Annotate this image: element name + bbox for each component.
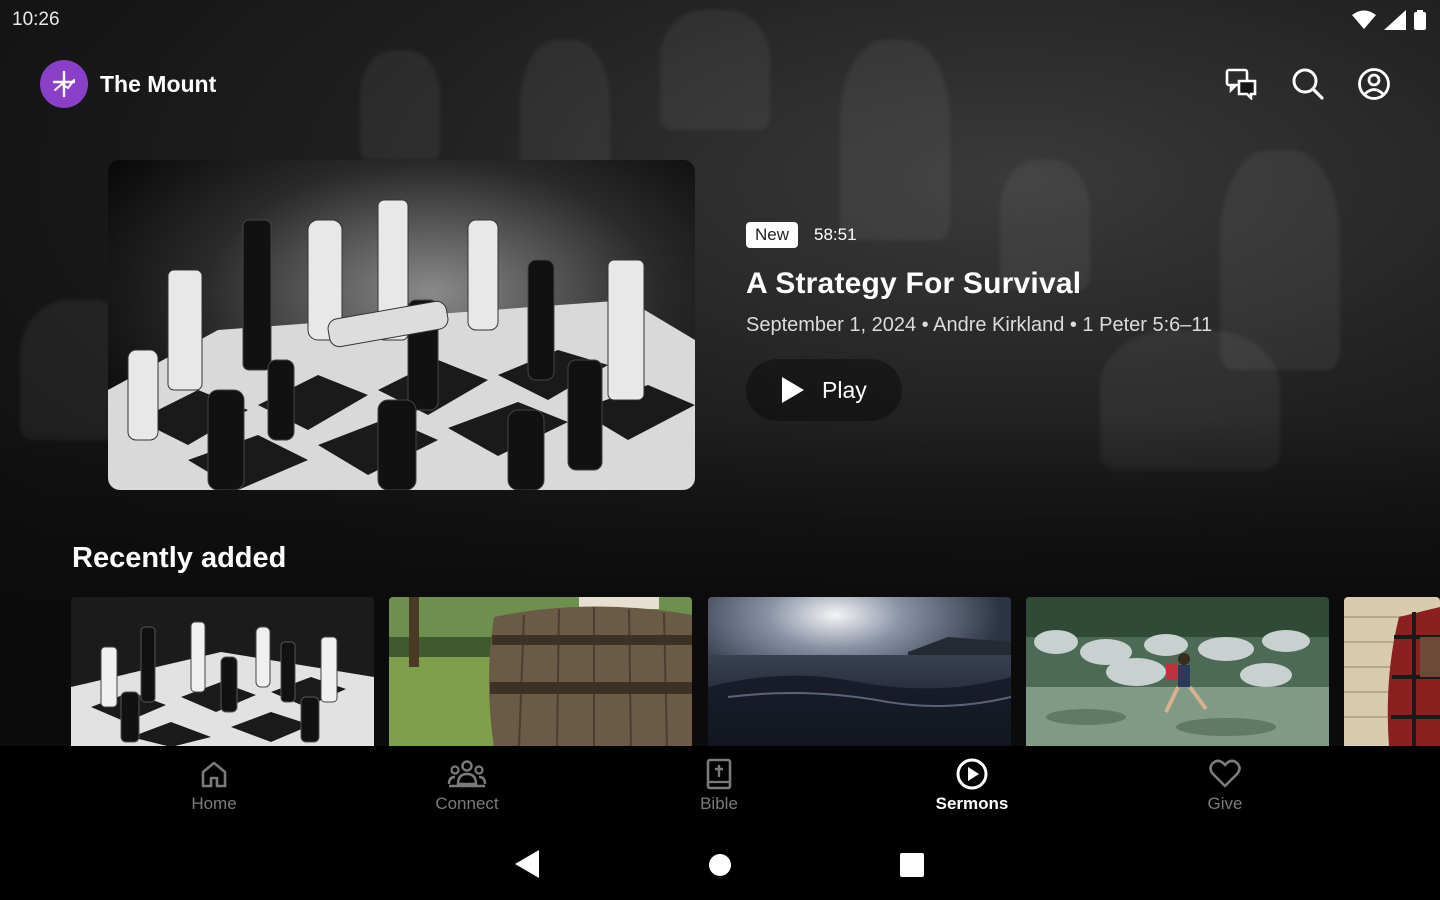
sermon-thumbnail[interactable] <box>1026 597 1329 747</box>
home-circle-icon <box>709 854 731 876</box>
nav-label: Give <box>1207 794 1243 813</box>
status-bar: 10:26 <box>0 0 1440 40</box>
hero-sermon-image[interactable] <box>108 160 695 490</box>
chat-button[interactable] <box>1224 66 1260 102</box>
play-circle-icon <box>956 758 988 790</box>
person-plaid-thumbnail-image <box>1344 597 1440 747</box>
nav-item-bible[interactable]: Bible <box>649 756 789 814</box>
nav-label: Home <box>191 794 237 813</box>
nav-item-give[interactable]: Give <box>1155 756 1295 814</box>
header-actions <box>1224 66 1392 102</box>
account-icon <box>1358 68 1390 100</box>
recents-square-icon <box>900 853 924 877</box>
sermon-thumbnail[interactable] <box>708 597 1011 747</box>
wifi-icon <box>1352 10 1376 29</box>
hero-info: New 58:51 A Strategy For Survival Septem… <box>746 222 1346 421</box>
nav-item-connect[interactable]: Connect <box>397 756 537 814</box>
search-icon <box>1292 68 1324 100</box>
heart-icon <box>1209 759 1241 788</box>
nav-item-sermons[interactable]: Sermons <box>902 756 1042 814</box>
sermon-meta: September 1, 2024 • Andre Kirkland • 1 P… <box>746 314 1213 336</box>
nav-label: Bible <box>700 794 738 813</box>
chessboard-image <box>108 160 695 490</box>
system-navigation-bar <box>0 826 1440 900</box>
recently-added-list <box>71 597 1440 747</box>
wooden-barrel-thumbnail-image <box>389 597 692 747</box>
bible-icon <box>706 758 732 790</box>
play-label: Play <box>822 376 867 403</box>
account-button[interactable] <box>1356 66 1392 102</box>
nav-label: Connect <box>435 794 499 813</box>
sermon-title: A Strategy For Survival <box>746 267 1082 300</box>
app-logo[interactable] <box>40 60 88 108</box>
system-home-button[interactable] <box>708 853 732 882</box>
bottom-navigation: Home Connect Bible Sermons Give <box>0 746 1440 826</box>
river-rocks-thumbnail-image <box>1026 597 1329 747</box>
chat-icon <box>1225 68 1257 100</box>
sermon-thumbnail[interactable] <box>71 597 374 747</box>
new-badge: New <box>746 222 799 248</box>
ocean-wave-thumbnail-image <box>708 597 1011 747</box>
people-icon <box>447 760 487 788</box>
app-title: The Mount <box>100 71 217 97</box>
nav-label: Sermons <box>935 794 1009 813</box>
chessboard-thumbnail-image <box>71 597 374 747</box>
sermon-thumbnail[interactable] <box>1344 597 1440 747</box>
sermon-thumbnail[interactable] <box>389 597 692 747</box>
battery-icon <box>1414 10 1426 30</box>
back-triangle-icon <box>515 850 539 878</box>
system-recents-button[interactable] <box>900 853 924 882</box>
home-icon <box>201 761 227 788</box>
play-icon <box>782 377 804 403</box>
status-time: 10:26 <box>12 9 60 30</box>
search-button[interactable] <box>1290 66 1326 102</box>
hero-badges: New 58:51 <box>746 222 1346 248</box>
nav-item-home[interactable]: Home <box>144 756 284 814</box>
cross-logo-icon <box>52 70 76 98</box>
app-bar: The Mount <box>40 58 1400 112</box>
recently-added-title: Recently added <box>72 542 287 574</box>
sermon-duration: 58:51 <box>814 225 857 244</box>
play-button[interactable]: Play <box>746 359 902 421</box>
signal-icon <box>1384 10 1406 30</box>
system-back-button[interactable] <box>515 850 539 883</box>
status-icons <box>1352 10 1426 30</box>
